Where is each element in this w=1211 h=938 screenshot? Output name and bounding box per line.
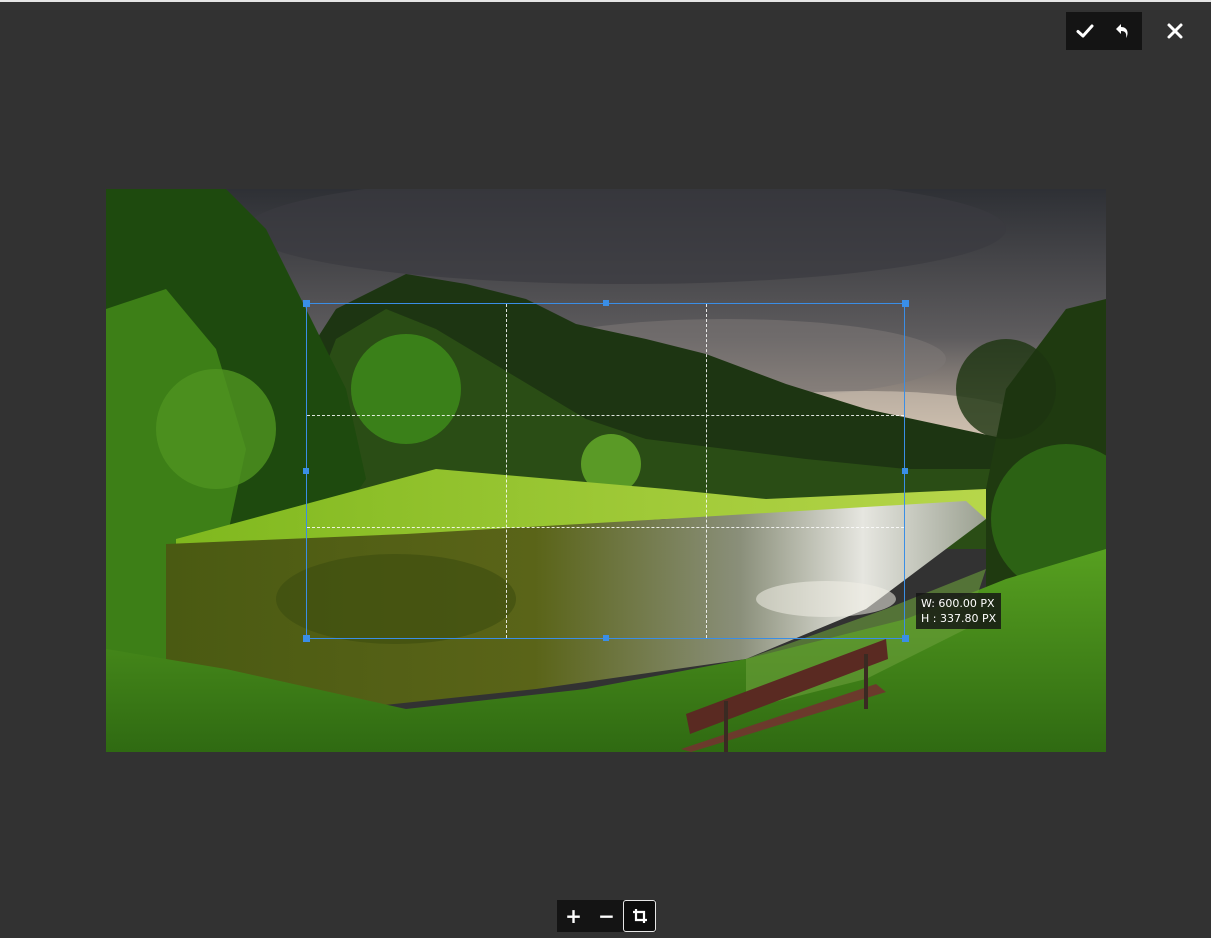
crop-handle-bottom-right[interactable] [902,635,909,642]
crop-handle-top-right[interactable] [902,300,909,307]
crop-handle-bottom-left[interactable] [303,635,310,642]
plus-icon: + [565,904,582,928]
crop-selection[interactable] [306,303,905,639]
zoom-in-button[interactable]: + [557,900,590,932]
image-canvas[interactable]: W: 600.00 PX H : 337.80 PX [106,189,1106,752]
minus-icon: − [598,904,615,928]
top-action-toolbar [1066,12,1142,50]
crop-guide-horizontal [307,415,904,416]
crop-guide-vertical [706,304,707,638]
crop-guide-horizontal [307,527,904,528]
crop-width-label: W: 600.00 PX [921,597,995,610]
image-cropper: W: 600.00 PX H : 337.80 PX + − [0,0,1211,938]
confirm-button[interactable] [1066,12,1104,50]
crop-handle-right[interactable] [902,468,908,474]
crop-icon [632,909,647,923]
crop-handle-left[interactable] [303,468,309,474]
crop-handle-top[interactable] [603,300,609,306]
bottom-toolbar: + − [557,900,656,932]
crop-height-label: H : 337.80 PX [921,612,997,625]
close-button[interactable] [1156,12,1194,50]
zoom-out-button[interactable]: − [590,900,623,932]
undo-button[interactable] [1104,12,1142,50]
close-icon [1167,23,1183,39]
check-icon [1076,24,1094,38]
crop-button[interactable] [623,900,656,932]
crop-handle-top-left[interactable] [303,300,310,307]
undo-icon [1116,24,1128,38]
crop-size-tooltip: W: 600.00 PX H : 337.80 PX [916,593,1002,629]
crop-handle-bottom[interactable] [603,635,609,641]
crop-guide-vertical [506,304,507,638]
